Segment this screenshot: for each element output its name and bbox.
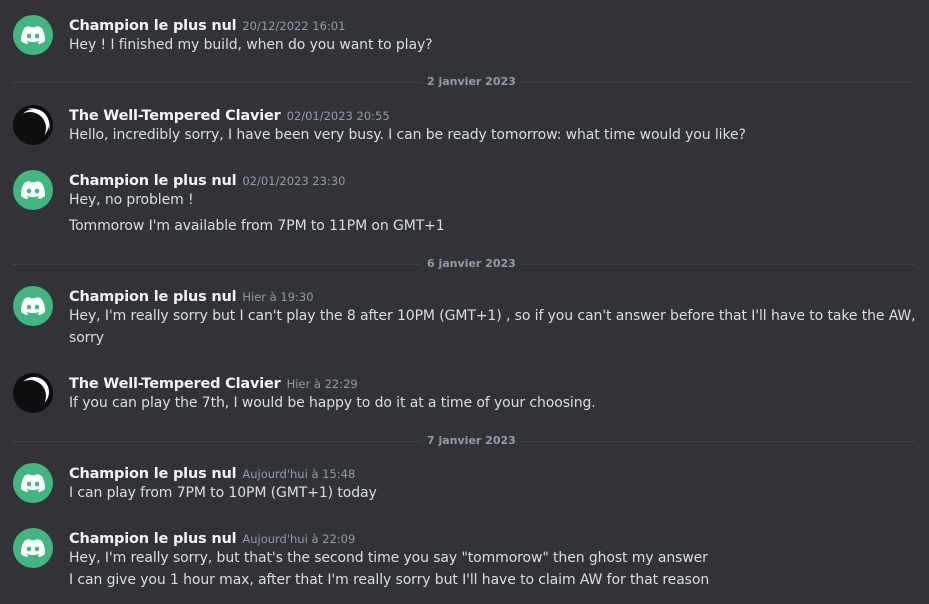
discord-logo-icon [21,539,45,557]
message-text: sorry [69,330,104,346]
discord-logo-icon [21,297,45,315]
date-divider-label: 2 janvier 2023 [421,75,522,88]
message-author[interactable]: The Well-Tempered Clavier [69,108,281,124]
message-text: Hey, I'm really sorry, but that's the se… [69,550,708,566]
discord-logo-icon [21,474,45,492]
message-text: I can play from 7PM to 10PM (GMT+1) toda… [69,485,377,501]
message-text: Hey, no problem ! [69,192,194,208]
message-author[interactable]: Champion le plus nul [69,531,237,547]
message-timestamp[interactable]: 02/01/2023 20:55 [287,109,390,123]
message-author[interactable]: Champion le plus nul [69,18,237,34]
moon-avatar-icon [13,105,53,145]
message-text: Hey ! I finished my build, when do you w… [69,37,433,53]
message-author[interactable]: The Well-Tempered Clavier [69,376,281,392]
moon-avatar-icon [13,373,53,413]
avatar[interactable] [13,528,53,568]
message-text: Tommorow I'm available from 7PM to 11PM … [69,218,445,234]
message-author[interactable]: Champion le plus nul [69,466,237,482]
avatar[interactable] [13,170,53,210]
message-timestamp[interactable]: Hier à 22:29 [287,377,358,391]
message-text: If you can play the 7th, I would be happ… [69,395,596,411]
avatar[interactable] [13,373,53,413]
avatar[interactable] [13,286,53,326]
date-divider-label: 7 janvier 2023 [421,434,522,447]
avatar[interactable] [13,105,53,145]
discord-logo-icon [21,181,45,199]
date-divider-label: 6 janvier 2023 [421,257,522,270]
message-author[interactable]: Champion le plus nul [69,289,237,305]
message-timestamp[interactable]: Hier à 19:30 [242,290,313,304]
message-timestamp[interactable]: 20/12/2022 16:01 [242,19,345,33]
discord-logo-icon [21,26,45,44]
avatar[interactable] [13,15,53,55]
avatar[interactable] [13,463,53,503]
message-text: I can give you 1 hour max, after that I'… [69,572,710,588]
message-timestamp[interactable]: Aujourd'hui à 22:09 [242,532,355,546]
message-text: Hello, incredibly sorry, I have been ver… [69,127,746,143]
message-timestamp[interactable]: 02/01/2023 23:30 [242,174,345,188]
message-text: Hey, I'm really sorry but I can't play t… [69,308,916,324]
message-timestamp[interactable]: Aujourd'hui à 15:48 [242,467,355,481]
message-author[interactable]: Champion le plus nul [69,173,237,189]
